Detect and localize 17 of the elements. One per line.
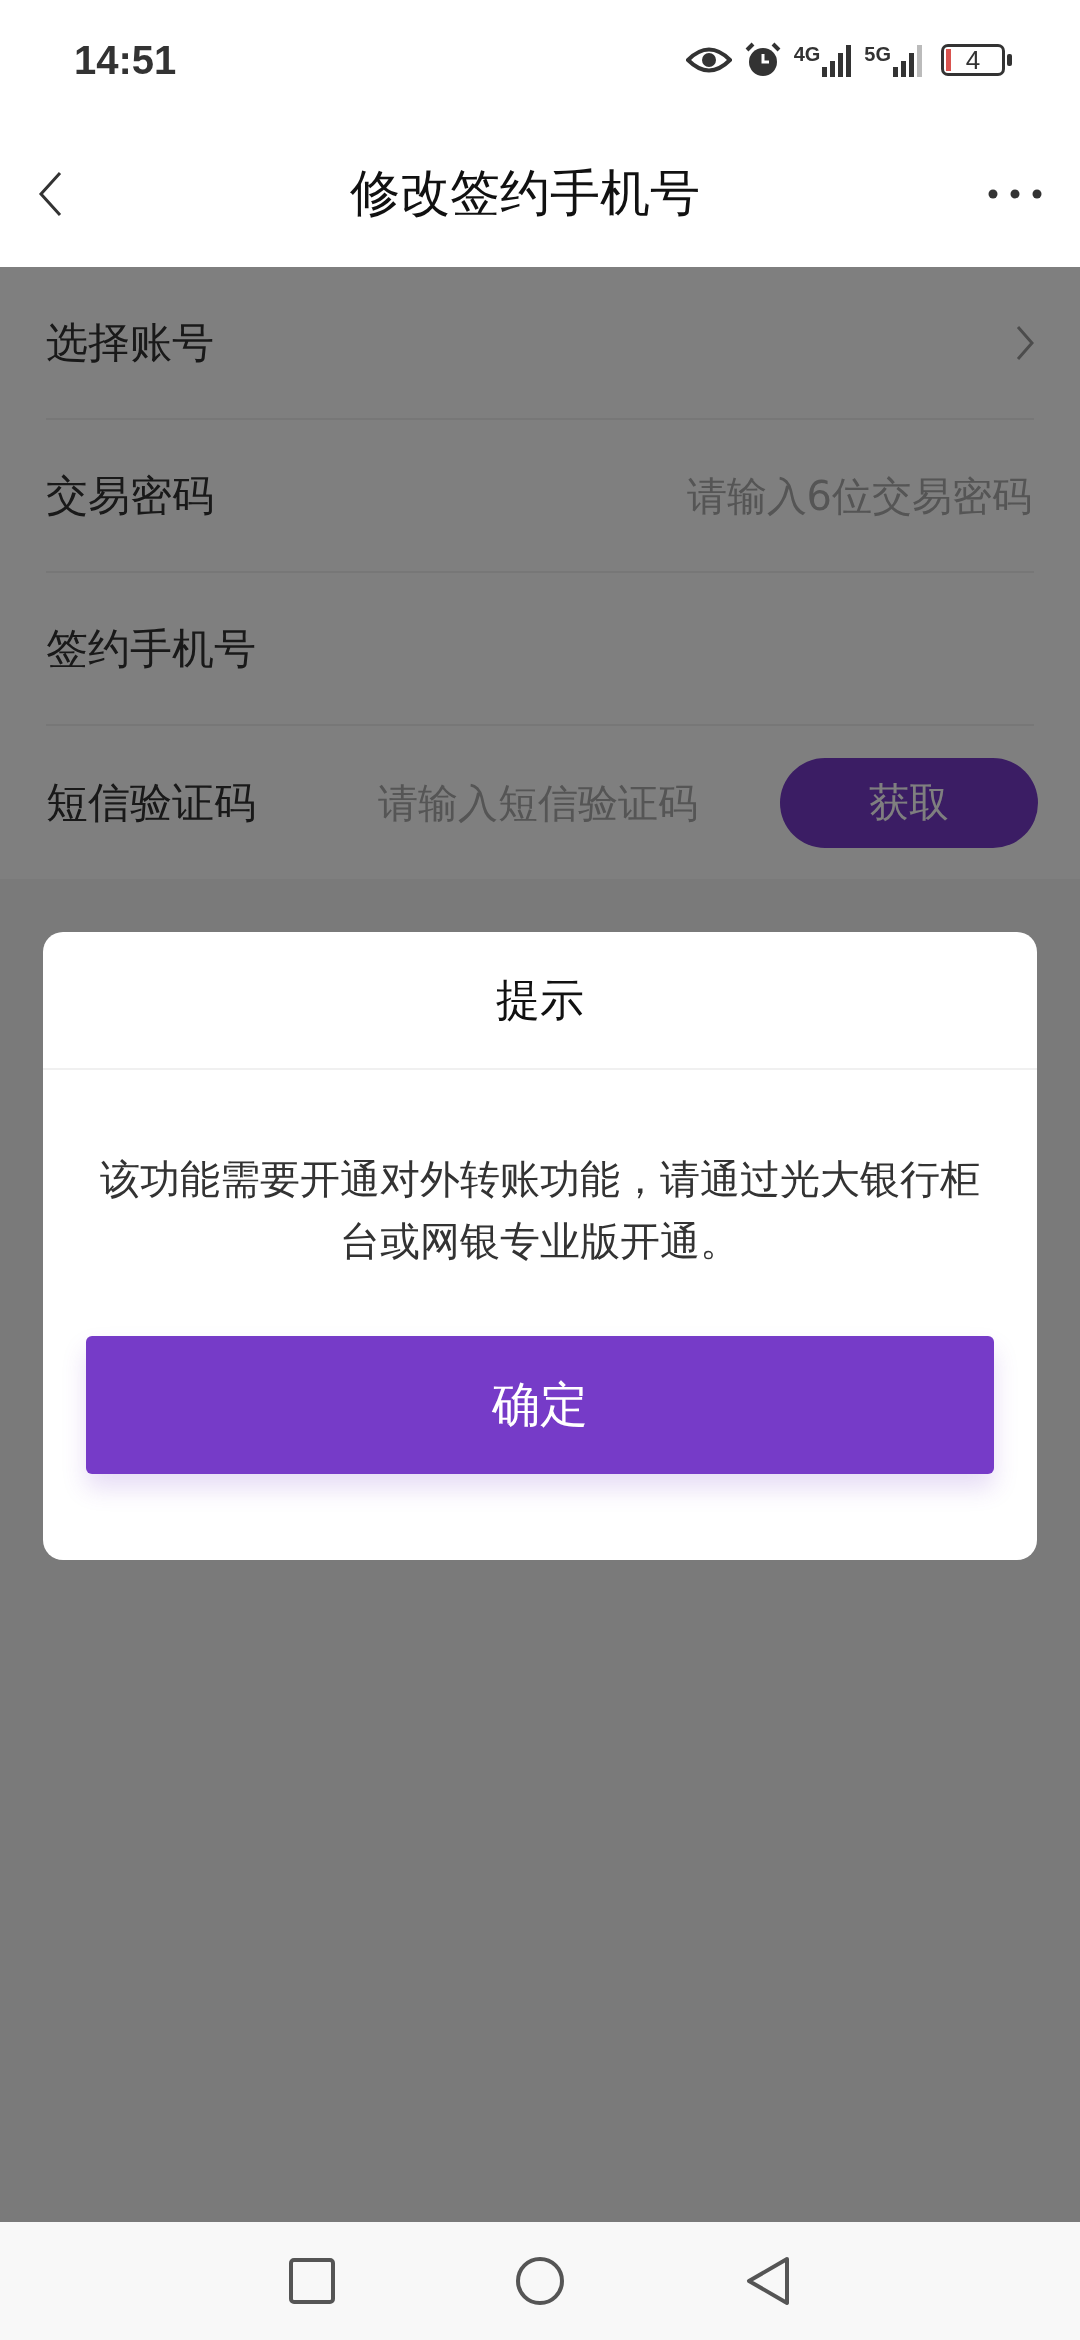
field-label: 交易密码 bbox=[46, 469, 215, 522]
alarm-icon bbox=[743, 41, 782, 79]
field-label: 签约手机号 bbox=[46, 622, 257, 675]
confirm-button[interactable]: 确定 bbox=[86, 1336, 994, 1474]
field-label: 选择账号 bbox=[46, 316, 215, 369]
home-icon[interactable] bbox=[515, 2256, 565, 2306]
back-icon[interactable] bbox=[38, 170, 62, 217]
get-code-button[interactable]: 获取 bbox=[780, 757, 1038, 848]
status-time: 14:51 bbox=[74, 37, 177, 83]
dialog-title: 提示 bbox=[43, 932, 1037, 1070]
eye-icon bbox=[685, 45, 732, 75]
more-icon[interactable] bbox=[988, 188, 1042, 199]
field-label: 短信验证码 bbox=[46, 776, 257, 829]
back-icon[interactable] bbox=[745, 2256, 791, 2306]
page-title: 修改签约手机号 bbox=[350, 163, 700, 224]
dialog-message: 该功能需要开通对外转账功能，请通过光大银行柜台或网银专业版开通。 bbox=[99, 1155, 981, 1266]
recent-apps-icon[interactable] bbox=[289, 2258, 335, 2304]
